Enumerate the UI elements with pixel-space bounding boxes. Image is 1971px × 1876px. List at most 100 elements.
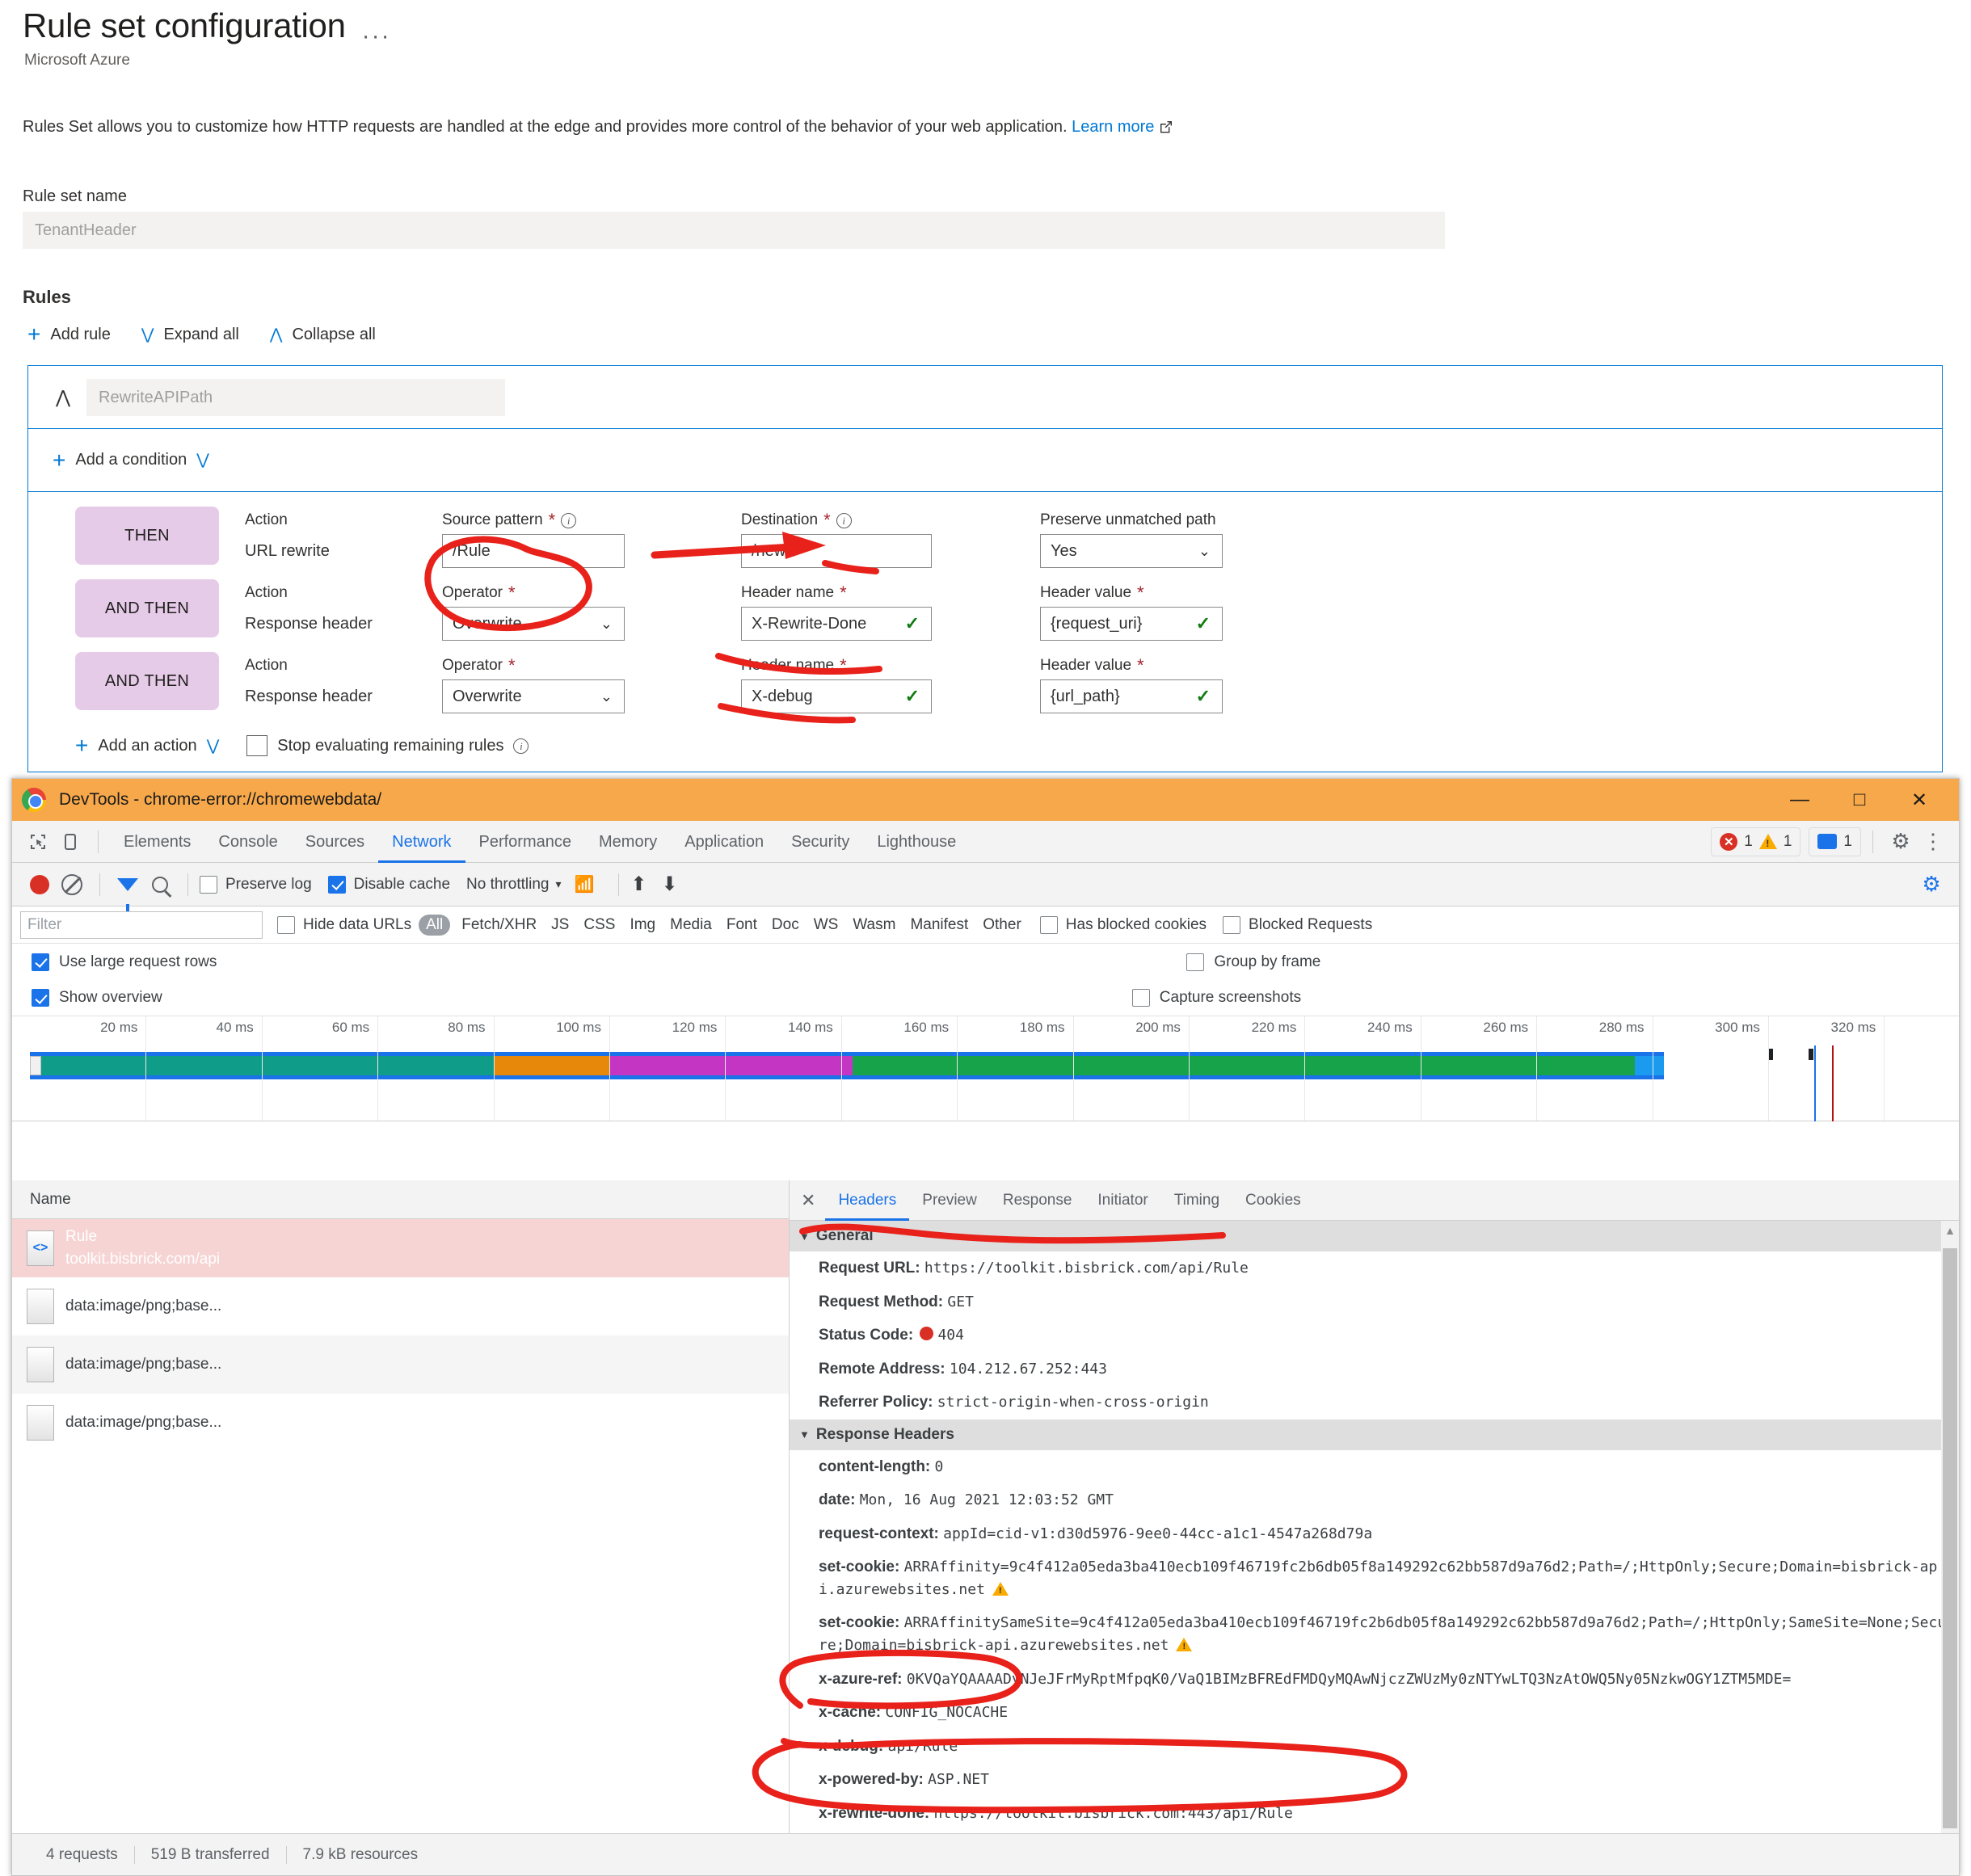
close-detail-icon[interactable]: ✕ <box>801 1190 815 1211</box>
disable-cache-checkbox[interactable]: Disable cache <box>327 875 451 894</box>
inspect-element-icon[interactable] <box>22 826 54 858</box>
group-by-frame-checkbox[interactable]: Group by frame <box>1186 953 1320 971</box>
filter-type-other[interactable]: Other <box>983 916 1021 934</box>
settings-gear-icon[interactable]: ⚙ <box>1885 826 1917 858</box>
expand-all-button[interactable]: ⋁ Expand all <box>141 326 239 344</box>
header-entry: content-length: 0 <box>790 1450 1959 1484</box>
request-name: data:image/png;base... <box>65 1297 222 1314</box>
overview-tick-label: 60 ms <box>331 1020 370 1035</box>
device-toolbar-icon[interactable] <box>54 826 86 858</box>
messages-counter[interactable]: 1 <box>1809 827 1861 856</box>
tab-memory[interactable]: Memory <box>585 821 671 863</box>
overview-drag-handle[interactable] <box>30 1056 41 1075</box>
filter-input[interactable]: Filter <box>20 911 263 939</box>
tab-lighthouse[interactable]: Lighthouse <box>863 821 970 863</box>
detail-tab-initiator[interactable]: Initiator <box>1084 1180 1160 1221</box>
filter-type-media[interactable]: Media <box>670 916 712 934</box>
tab-security[interactable]: Security <box>777 821 863 863</box>
tab-sources[interactable]: Sources <box>292 821 378 863</box>
close-button[interactable]: ✕ <box>1889 779 1949 821</box>
detail-scrollbar[interactable]: ▲ <box>1941 1221 1959 1833</box>
detail-tab-timing[interactable]: Timing <box>1161 1180 1232 1221</box>
header-key: Referrer Policy: <box>819 1394 937 1411</box>
info-icon[interactable]: i <box>561 512 577 528</box>
filter-type-ws[interactable]: WS <box>814 916 839 934</box>
info-icon[interactable]: i <box>836 512 852 528</box>
issue-counters[interactable]: ✕ 1 1 <box>1711 827 1801 856</box>
filter-type-css[interactable]: CSS <box>583 916 615 934</box>
request-row-rule[interactable]: Rule toolkit.bisbrick.com/api <box>12 1219 789 1277</box>
use-large-request-rows-checkbox[interactable]: Use large request rows <box>32 953 217 971</box>
preserve-unmatched-path-select[interactable]: Yes ⌄ <box>1040 534 1223 568</box>
add-condition-button[interactable]: + Add a condition ⋁ <box>53 448 209 472</box>
network-settings-gear-icon[interactable]: ⚙ <box>1915 869 1948 901</box>
capture-screenshots-checkbox[interactable]: Capture screenshots <box>1131 989 1301 1007</box>
minimize-button[interactable]: — <box>1770 779 1830 821</box>
search-icon[interactable] <box>144 869 176 901</box>
rule-set-name-input[interactable]: TenantHeader <box>23 212 1445 249</box>
more-vertical-icon[interactable]: ⋮ <box>1917 826 1949 858</box>
tab-network[interactable]: Network <box>378 821 465 863</box>
general-section-header[interactable]: ▼ General <box>790 1221 1959 1251</box>
detail-tab-preview[interactable]: Preview <box>909 1180 990 1221</box>
show-overview-checkbox[interactable]: Show overview <box>32 989 162 1007</box>
request-row-data-image-1[interactable]: data:image/png;base... <box>12 1277 789 1335</box>
detail-tab-response[interactable]: Response <box>990 1180 1085 1221</box>
preserve-log-checkbox[interactable]: Preserve log <box>200 875 312 894</box>
header-entry: x-azure-ref: 0KVQaYQAAAADyNJeJFrMyRptMfp… <box>790 1663 1959 1697</box>
filter-type-doc[interactable]: Doc <box>772 916 799 934</box>
filter-type-wasm[interactable]: Wasm <box>853 916 895 934</box>
filter-type-manifest[interactable]: Manifest <box>910 916 968 934</box>
maximize-button[interactable]: □ <box>1830 779 1889 821</box>
tab-console[interactable]: Console <box>204 821 291 863</box>
network-overview-timeline[interactable]: 20 ms 40 ms 60 ms 80 ms 100 ms 120 ms 140 ms 16… <box>12 1016 1959 1121</box>
rule-collapse-icon[interactable]: ⋀ <box>44 387 82 408</box>
clear-button[interactable] <box>56 869 88 901</box>
add-rule-button[interactable]: + Add rule <box>27 323 111 346</box>
destination-input[interactable]: /new <box>741 534 932 568</box>
scrollbar-thumb[interactable] <box>1943 1248 1957 1828</box>
tab-elements[interactable]: Elements <box>110 821 204 863</box>
filter-type-img[interactable]: Img <box>630 916 655 934</box>
export-har-icon[interactable]: ⬇ <box>662 873 678 896</box>
request-row-data-image-3[interactable]: data:image/png;base... <box>12 1394 789 1452</box>
header-value: ASP.NET <box>928 1771 989 1789</box>
more-options-button[interactable]: ··· <box>362 24 391 48</box>
required-asterisk: * <box>840 583 847 603</box>
filter-type-fetch-xhr[interactable]: Fetch/XHR <box>461 916 537 934</box>
tab-application[interactable]: Application <box>671 821 777 863</box>
scroll-up-icon[interactable]: ▲ <box>1941 1224 1959 1237</box>
source-pattern-input[interactable]: /Rule <box>442 534 625 568</box>
throttling-select[interactable]: No throttling <box>466 876 549 894</box>
response-headers-section-header[interactable]: ▼ Response Headers <box>790 1419 1959 1450</box>
header-entry: x-debug: api/Rule <box>790 1730 1959 1764</box>
header-value-input[interactable]: {request_uri} ✓ <box>1040 607 1223 641</box>
filter-type-all[interactable]: All <box>419 914 451 936</box>
tab-performance[interactable]: Performance <box>465 821 586 863</box>
detail-tab-cookies[interactable]: Cookies <box>1232 1180 1314 1221</box>
network-conditions-icon[interactable]: 📶 <box>575 874 595 894</box>
stop-evaluating-checkbox[interactable]: Stop evaluating remaining rules i <box>246 735 529 756</box>
header-name-input[interactable]: X-debug ✓ <box>741 679 932 713</box>
has-blocked-cookies-checkbox[interactable]: Has blocked cookies <box>1039 915 1207 934</box>
collapse-all-button[interactable]: ⋀ Collapse all <box>270 326 376 344</box>
filter-icon[interactable] <box>112 869 144 911</box>
filter-type-js[interactable]: JS <box>551 916 569 934</box>
disable-cache-label: Disable cache <box>353 875 451 893</box>
request-row-data-image-2[interactable]: data:image/png;base... <box>12 1335 789 1394</box>
info-icon[interactable]: i <box>513 738 529 754</box>
blocked-requests-checkbox[interactable]: Blocked Requests <box>1223 915 1372 934</box>
add-an-action-button[interactable]: + Add an action ⋁ <box>75 734 219 757</box>
hide-data-urls-checkbox[interactable]: Hide data URLs <box>277 915 411 934</box>
header-value-input[interactable]: {url_path} ✓ <box>1040 679 1223 713</box>
header-name-input[interactable]: X-Rewrite-Done ✓ <box>741 607 932 641</box>
chevron-down-icon[interactable]: ▾ <box>555 877 561 891</box>
record-button[interactable] <box>23 869 56 901</box>
detail-tab-headers[interactable]: Headers <box>825 1180 909 1221</box>
learn-more-link[interactable]: Learn more <box>1072 118 1154 136</box>
import-har-icon[interactable]: ⬆ <box>630 873 646 896</box>
filter-type-font[interactable]: Font <box>726 916 757 934</box>
operator-select[interactable]: Overwrite ⌄ <box>442 679 625 713</box>
operator-select[interactable]: Overwrite ⌄ <box>442 607 625 641</box>
rule-name-input[interactable]: RewriteAPIPath <box>86 378 505 416</box>
